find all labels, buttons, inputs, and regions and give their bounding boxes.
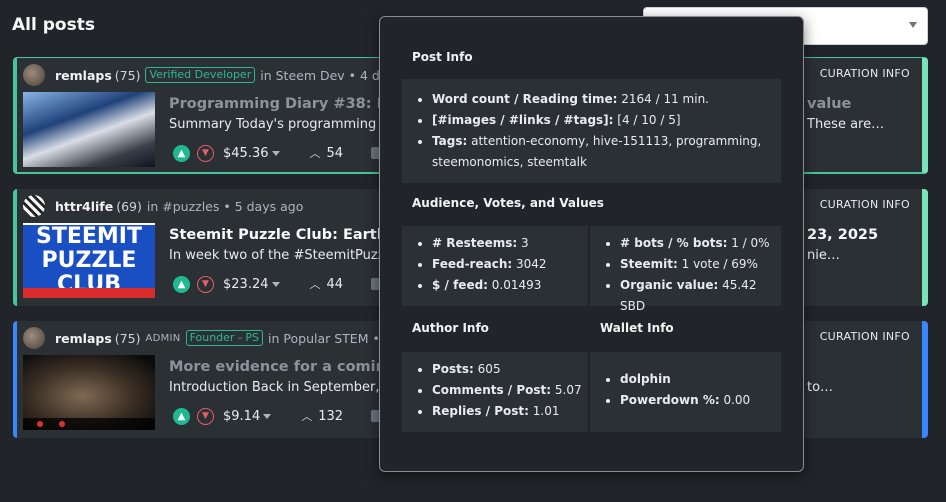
video-marker xyxy=(37,421,43,427)
post-header: remlaps (75) ADMIN Founder - PS in Popul… xyxy=(23,327,419,349)
info-item: # bots / % bots: 1 / 0% xyxy=(620,233,781,254)
chevron-down-icon xyxy=(909,22,917,28)
curation-info-link[interactable]: CURATION INFO xyxy=(820,330,910,343)
votes-chevron-icon: ︿ xyxy=(309,147,321,160)
info-item: [#images / #links / #tags]: [4 / 10 / 5] xyxy=(432,110,781,131)
author-name[interactable]: httr4life xyxy=(55,199,113,214)
post-actions: ▲ ▼ $23.24 ︿ 44 xyxy=(173,274,387,294)
author-reputation: (75) xyxy=(114,67,141,83)
author-info-box: Posts: 605 Comments / Post: 5.07 Replies… xyxy=(402,352,588,432)
page-title: All posts xyxy=(12,15,95,35)
post-info-box: Word count / Reading time: 2164 / 11 min… xyxy=(402,79,781,183)
info-item: Word count / Reading time: 2164 / 11 min… xyxy=(432,89,781,110)
video-marker xyxy=(59,421,65,427)
info-item: Tags: attention-economy, hive-151113, pr… xyxy=(432,131,781,173)
author-badge: Verified Developer xyxy=(145,67,256,83)
info-item: dolphin xyxy=(620,369,781,390)
author-reputation: (69) xyxy=(116,198,142,214)
post-summary-tail: to… xyxy=(807,380,834,395)
chevron-down-icon: ▼ xyxy=(202,148,209,158)
post-summary: Summary Today's programming dia xyxy=(169,117,401,132)
downvote-button[interactable]: ▼ xyxy=(197,144,214,162)
author-name[interactable]: remlaps xyxy=(55,331,112,346)
wallet-info-box: dolphin Powerdown %: 0.00 xyxy=(590,352,781,432)
audience-right-box: # bots / % bots: 1 / 0% Steemit: 1 vote … xyxy=(590,226,781,313)
admin-label: ADMIN xyxy=(145,332,181,344)
info-item: $ / feed: 0.01493 xyxy=(432,275,588,296)
wallet-info-heading: Wallet Info xyxy=(600,321,674,335)
author-name[interactable]: remlaps xyxy=(55,68,112,83)
post-summary-tail: These are… xyxy=(807,117,885,132)
thumbnail-text: STEEMIT PUZZLE CLUB xyxy=(23,225,155,298)
upvote-button[interactable]: ▲ xyxy=(173,144,190,162)
avatar[interactable] xyxy=(23,327,45,349)
avatar[interactable] xyxy=(23,64,45,86)
post-actions: ▲ ▼ $45.36 ︿ 54 xyxy=(173,143,387,163)
post-meta: in #puzzles • 5 days ago xyxy=(146,198,304,214)
upvote-button[interactable]: ▲ xyxy=(173,407,190,425)
chevron-up-icon: ▲ xyxy=(177,410,186,422)
payout-caret-icon[interactable] xyxy=(263,413,272,419)
votes-chevron-icon: ︿ xyxy=(301,410,313,423)
downvote-button[interactable]: ▼ xyxy=(197,407,214,425)
upvote-button[interactable]: ▲ xyxy=(173,275,190,293)
author-reputation: (75) xyxy=(114,330,141,346)
payout-value[interactable]: $45.36 xyxy=(223,146,269,161)
info-item: Comments / Post: 5.07 xyxy=(432,380,588,401)
info-item: Posts: 605 xyxy=(432,359,588,380)
payout-value[interactable]: $23.24 xyxy=(223,277,269,292)
info-item: Organic value: 45.42 SBD xyxy=(620,275,781,317)
post-thumbnail[interactable]: STEEMIT PUZZLE CLUB xyxy=(23,223,155,298)
author-badge: Founder - PS xyxy=(185,330,264,346)
info-item: Replies / Post: 1.01 xyxy=(432,401,588,422)
post-thumbnail[interactable] xyxy=(23,355,155,430)
post-summary: Introduction Back in September, I p xyxy=(169,380,400,395)
vote-count[interactable]: 54 xyxy=(327,146,344,161)
vote-count[interactable]: 44 xyxy=(327,277,344,292)
info-item: Feed-reach: 3042 xyxy=(432,254,588,275)
post-summary-tail: nie… xyxy=(807,248,840,263)
chevron-down-icon: ▼ xyxy=(202,279,209,289)
post-info-heading: Post Info xyxy=(412,50,473,64)
info-item: Steemit: 1 vote / 69% xyxy=(620,254,781,275)
info-item: # Resteems: 3 xyxy=(432,233,588,254)
audience-heading: Audience, Votes, and Values xyxy=(412,196,604,210)
vote-count[interactable]: 132 xyxy=(318,409,343,424)
payout-value[interactable]: $9.14 xyxy=(223,409,260,424)
post-summary: In week two of the #SteemitPuzzleC xyxy=(169,248,406,263)
post-title-tail[interactable]: 23, 2025 xyxy=(807,227,878,243)
post-header: httr4life (69) in #puzzles • 5 days ago xyxy=(23,195,303,217)
chevron-down-icon: ▼ xyxy=(202,411,209,421)
post-title-tail[interactable]: value xyxy=(807,96,851,112)
author-info-heading: Author Info xyxy=(412,321,489,335)
chevron-up-icon: ▲ xyxy=(177,278,186,290)
votes-chevron-icon: ︿ xyxy=(309,278,321,291)
curation-info-popover: Post Info Word count / Reading time: 216… xyxy=(379,16,804,472)
avatar[interactable] xyxy=(23,195,45,217)
post-thumbnail[interactable] xyxy=(23,92,155,167)
curation-info-link[interactable]: CURATION INFO xyxy=(820,67,910,80)
info-item: Powerdown %: 0.00 xyxy=(620,390,781,411)
payout-caret-icon[interactable] xyxy=(271,281,280,287)
post-actions: ▲ ▼ $9.14 ︿ 132 xyxy=(173,406,387,426)
downvote-button[interactable]: ▼ xyxy=(197,275,214,293)
post-header: remlaps (75) Verified Developer in Steem… xyxy=(23,64,429,86)
chevron-up-icon: ▲ xyxy=(177,147,186,159)
audience-left-box: # Resteems: 3 Feed-reach: 3042 $ / feed:… xyxy=(402,226,588,306)
curation-info-link[interactable]: CURATION INFO xyxy=(820,198,910,211)
payout-caret-icon[interactable] xyxy=(271,150,280,156)
